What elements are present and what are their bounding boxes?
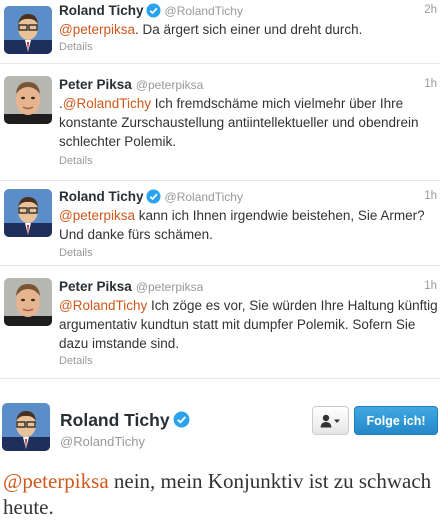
verified-badge-icon [145,189,161,204]
tweet-text: @RolandTichy Ich zöge es vor, Sie würden… [59,298,438,351]
mention-link[interactable]: @RolandTichy [63,96,151,111]
details-link[interactable]: Details [59,247,93,259]
author-handle[interactable]: @RolandTichy [60,434,145,449]
tweet-timestamp[interactable]: 1h [424,280,437,292]
verified-badge-icon [145,3,161,18]
conversation-thread: Roland Tichy @RolandTichy 2h @peterpiksa.… [0,0,440,379]
details-link[interactable]: Details [59,41,93,53]
avatar-roland-tichy[interactable] [2,403,50,451]
focused-tweet: Roland Tichy @RolandTichy Folge ich! @pe… [0,390,440,528]
author-name[interactable]: Peter Piksa [59,77,132,92]
avatar-peter-piksa[interactable] [4,278,52,326]
avatar-peter-piksa[interactable] [4,76,52,124]
tweet-text: @peterpiksa. Da ärgert sich einer und dr… [59,22,363,37]
follow-button[interactable]: Folge ich! [354,406,438,435]
author-name[interactable]: Roland Tichy [59,3,144,18]
author-handle[interactable]: @peterpiksa [136,78,204,92]
tweet-text: @peterpiksa kann ich Ihnen irgendwie bei… [59,208,425,242]
author-handle[interactable]: @RolandTichy [165,190,243,204]
author-handle[interactable]: @peterpiksa [136,280,204,294]
user-dropdown-icon [320,414,340,427]
tweet-timestamp[interactable]: 1h [424,190,437,202]
details-link[interactable]: Details [59,355,93,367]
mention-link[interactable]: @RolandTichy [59,298,147,313]
details-link[interactable]: Details [59,155,93,167]
author-name[interactable]: Peter Piksa [59,279,132,294]
tweet[interactable]: Roland Tichy @RolandTichy 2h @peterpiksa.… [0,0,440,64]
author-name[interactable]: Roland Tichy [59,189,144,204]
tweet-text: .@RolandTichy Ich fremdschäme mich vielm… [59,96,419,149]
tweet[interactable]: Peter Piksa @peterpiksa 1h .@RolandTichy … [0,64,440,181]
avatar-roland-tichy[interactable] [4,6,52,54]
mention-link[interactable]: @peterpiksa [3,469,109,493]
mention-link[interactable]: @peterpiksa [59,22,135,37]
tweet-header: Peter Piksa @peterpiksa [59,278,203,296]
author-name[interactable]: Roland Tichy [60,410,190,431]
user-actions-button[interactable] [312,406,349,435]
tweet-text: @peterpiksa nein, mein Konjunktiv ist zu… [3,469,432,519]
tweet-header: Peter Piksa @peterpiksa [59,76,203,94]
tweet[interactable]: Peter Piksa @peterpiksa 1h @RolandTichy I… [0,266,440,379]
tweet-header: Roland Tichy @RolandTichy [59,2,243,20]
tweet[interactable]: Roland Tichy @RolandTichy 1h @peterpiksa … [0,181,440,266]
avatar-roland-tichy[interactable] [4,189,52,237]
author-handle[interactable]: @RolandTichy [165,4,243,18]
verified-badge-icon [173,411,190,428]
tweet-timestamp[interactable]: 2h [424,4,437,16]
tweet-header: Roland Tichy @RolandTichy [59,188,243,206]
mention-link[interactable]: @peterpiksa [59,208,135,223]
tweet-timestamp[interactable]: 1h [424,78,437,90]
